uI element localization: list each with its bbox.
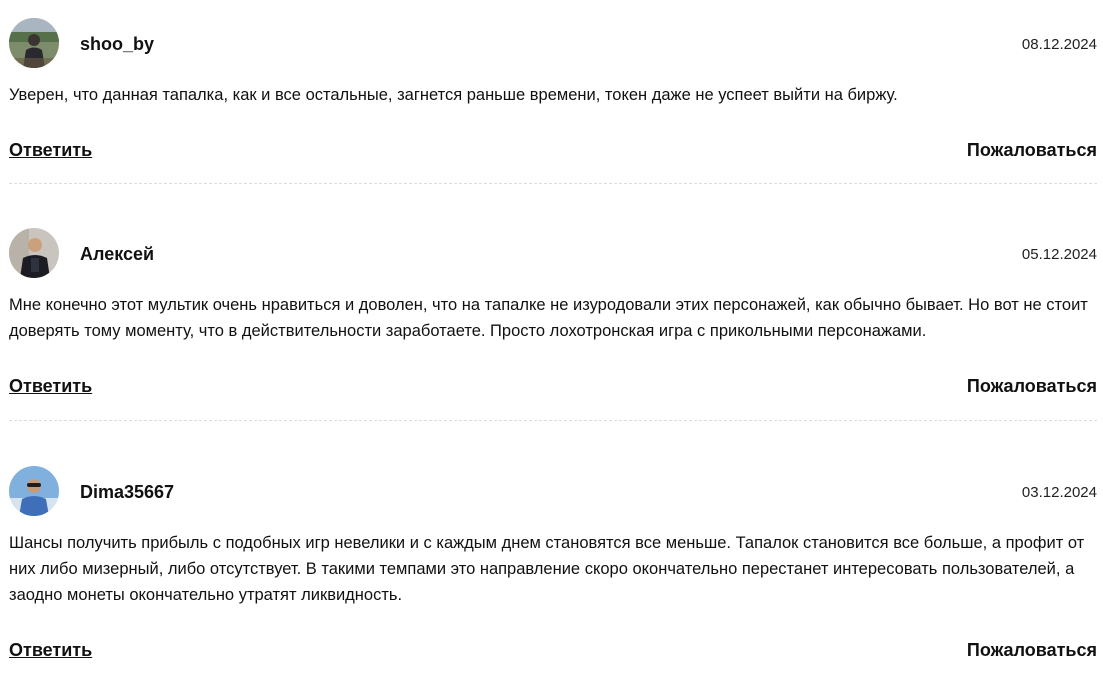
comment-date: 03.12.2024 — [1021, 484, 1097, 501]
comment-author: Dima35667 — [80, 482, 175, 502]
avatar[interactable] — [9, 228, 59, 278]
comment-date: 08.12.2024 — [1021, 36, 1097, 53]
avatar[interactable] — [9, 18, 59, 68]
comment-item: Dima35667 03.12.2024 Шансы получить приб… — [9, 466, 1097, 664]
comment-header: Dima35667 03.12.2024 — [9, 466, 1097, 516]
comment-header: shoo_by 08.12.2024 — [9, 18, 1097, 68]
comment-actions: Ответить Пожаловаться — [9, 140, 1097, 164]
report-button[interactable]: Пожаловаться — [967, 376, 1097, 397]
reply-link[interactable]: Ответить — [9, 640, 92, 661]
user-avatar-icon — [9, 228, 59, 278]
comment-text: Шансы получить прибыль с подобных игр не… — [9, 534, 1085, 604]
report-button[interactable]: Пожаловаться — [967, 640, 1097, 661]
user-avatar-icon — [9, 466, 59, 516]
user-avatar-icon — [9, 18, 59, 68]
comment-date: 05.12.2024 — [1021, 246, 1097, 263]
comment-text: Уверен, что данная тапалка, как и все ос… — [9, 86, 898, 104]
comment-item: Алексей 05.12.2024 Мне конечно этот муль… — [9, 228, 1097, 400]
comment-author: shoo_by — [80, 34, 155, 54]
comment-item: shoo_by 08.12.2024 Уверен, что данная та… — [9, 18, 1097, 164]
reply-link[interactable]: Ответить — [9, 376, 92, 397]
comment-actions: Ответить Пожаловаться — [9, 376, 1097, 400]
comment-text: Мне конечно этот мультик очень нравиться… — [9, 296, 1088, 340]
comment-header: Алексей 05.12.2024 — [9, 228, 1097, 278]
comment-divider — [9, 183, 1097, 184]
reply-link[interactable]: Ответить — [9, 140, 92, 161]
comment-author: Алексей — [80, 244, 155, 264]
comment-actions: Ответить Пожаловаться — [9, 640, 1097, 664]
report-button[interactable]: Пожаловаться — [967, 140, 1097, 161]
avatar[interactable] — [9, 466, 59, 516]
comment-divider — [9, 420, 1097, 421]
